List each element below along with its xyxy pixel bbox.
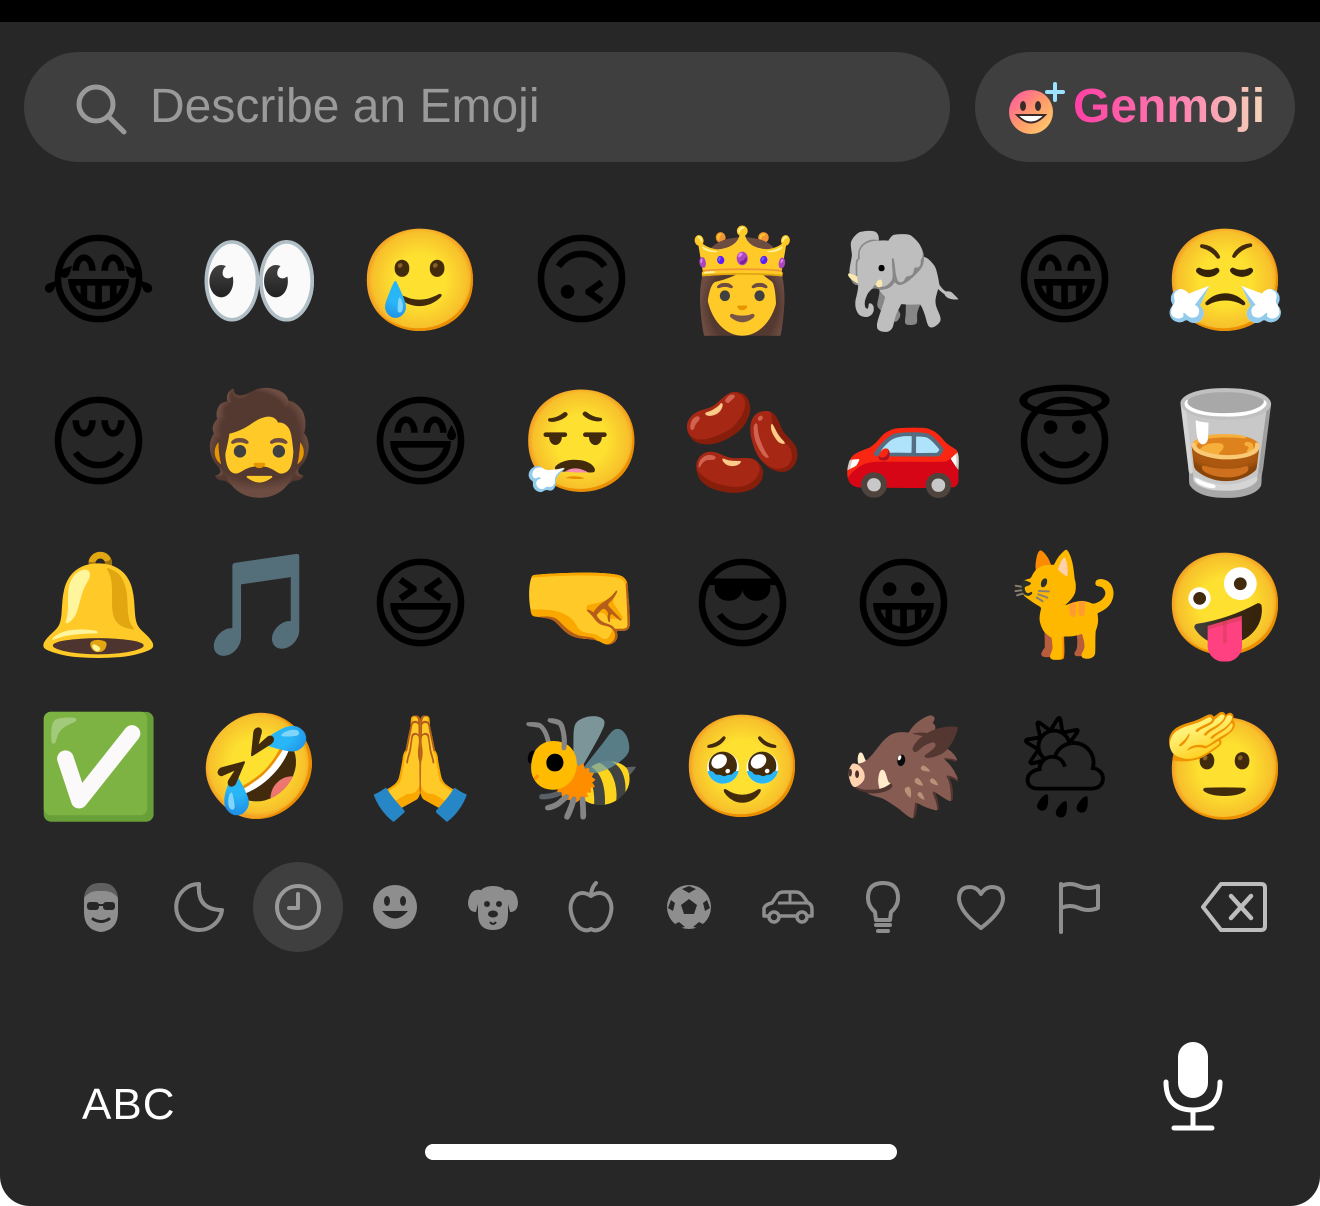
smileys-category-tab[interactable] — [350, 862, 440, 952]
objects-category-tab[interactable] — [838, 862, 928, 952]
emoji-face-with-steam-from-nose[interactable]: 😤 — [1145, 200, 1302, 362]
emoji-grinning-face-with-smiling-eyes[interactable]: 😁 — [984, 200, 1145, 362]
emoji-grinning-squinting-face[interactable]: 😆 — [340, 524, 501, 686]
emoji-relieved-face[interactable]: 😌 — [18, 362, 179, 524]
memoji-category-tab[interactable] — [56, 862, 146, 952]
emoji-smiling-face-with-halo[interactable]: 😇 — [984, 362, 1145, 524]
emoji-grinning-face-with-sweat[interactable]: 😅 — [340, 362, 501, 524]
delete-button[interactable] — [1187, 862, 1281, 952]
emoji-eyes[interactable]: 👀 — [179, 200, 340, 362]
animals-category-tab[interactable] — [448, 862, 538, 952]
genmoji-icon — [1009, 82, 1065, 134]
food-category-tab[interactable] — [546, 862, 636, 952]
emoji-memoji-crying[interactable]: 🥲 — [340, 200, 501, 362]
emoji-face-with-tears-of-joy[interactable]: 😂 — [18, 200, 179, 362]
emoji-princess[interactable]: 👸 — [662, 200, 823, 362]
apple-icon — [568, 881, 614, 933]
activity-category-tab[interactable] — [644, 862, 734, 952]
sticker-icon — [174, 882, 224, 932]
memoji-icon — [84, 882, 118, 932]
emoji-upside-down-face[interactable]: 🙃 — [501, 200, 662, 362]
emoji-sun-behind-rain-cloud[interactable]: 🌦 — [984, 686, 1145, 822]
emoji-genmoji-crying-tapir[interactable]: 🐗 — [823, 686, 984, 822]
smiley-icon — [373, 885, 417, 929]
microphone-icon[interactable] — [1158, 1038, 1228, 1134]
emoji-search-field[interactable]: Describe an Emoji — [24, 52, 950, 162]
emoji-automobile[interactable]: 🚗 — [823, 362, 984, 524]
category-bar — [52, 860, 1282, 960]
emoji-honeybee[interactable]: 🐝 — [501, 686, 662, 822]
emoji-saluting-face[interactable]: 🫡 — [1145, 686, 1302, 822]
top-edge — [0, 0, 1320, 22]
emoji-rolling-on-the-floor-laughing[interactable]: 🤣 — [179, 686, 340, 822]
travel-category-tab[interactable] — [742, 862, 832, 952]
soccer-ball-icon — [667, 885, 711, 929]
dog-icon — [468, 886, 518, 930]
lightbulb-icon — [866, 881, 900, 933]
emoji-genmoji-elephant[interactable]: 🐘 — [823, 200, 984, 362]
flags-category-tab[interactable] — [1034, 862, 1124, 952]
search-placeholder: Describe an Emoji — [150, 80, 540, 133]
recents-category-tab[interactable] — [253, 862, 343, 952]
emoji-musical-notes[interactable]: 🎵 — [179, 524, 340, 686]
genmoji-button[interactable]: Genmoji — [975, 52, 1295, 162]
emoji-memoji-praying[interactable]: 🙏 — [340, 686, 501, 822]
emoji-grid: 😂 👀 🥲 🙃 👸 🐘 😁 😤 😌 🧔 😅 😮‍💨 🫘 🚗 😇 🥃 🔔 🎵 😆 🤜 😎 😀 🐈 🤪 ✅ 🤣 🙏 🐝 🥹 🐗 🌦 🫡 — [18, 200, 1302, 822]
stickers-category-tab[interactable] — [154, 862, 244, 952]
heart-icon — [957, 885, 1005, 930]
emoji-genmoji-whisky-wheels[interactable]: 🥃 — [1145, 362, 1302, 524]
flag-icon — [1059, 882, 1100, 934]
abc-key[interactable]: ABC — [82, 1080, 175, 1130]
clock-icon — [275, 884, 321, 930]
emoji-genmoji-bean-splash[interactable]: 🫘 — [662, 362, 823, 524]
symbols-category-tab[interactable] — [936, 862, 1026, 952]
emoji-genmoji-cat-on-platform[interactable]: 🐈 — [984, 524, 1145, 686]
home-indicator — [425, 1144, 897, 1160]
delete-backspace-icon — [1201, 882, 1267, 932]
emoji-face-holding-back-tears[interactable]: 🥹 — [662, 686, 823, 822]
emoji-check-mark-button[interactable]: ✅ — [18, 686, 179, 822]
search-icon — [76, 84, 127, 135]
emoji-smiling-face-with-sunglasses[interactable]: 😎 — [662, 524, 823, 686]
emoji-zany-face[interactable]: 🤪 — [1145, 524, 1302, 686]
emoji-memoji-sad[interactable]: 🧔 — [179, 362, 340, 524]
car-icon — [762, 890, 814, 924]
emoji-memoji-fist-bump[interactable]: 🤜 — [501, 524, 662, 686]
emoji-genmoji-crying-bell[interactable]: 🔔 — [18, 524, 179, 686]
emoji-keyboard: Describe an Emoji Genmoji 😂 👀 🥲 🙃 👸 🐘 😁 😤 😌 🧔 😅 😮‍💨… — [0, 22, 1320, 1206]
emoji-grinning-face[interactable]: 😀 — [823, 524, 984, 686]
genmoji-label: Genmoji — [1073, 78, 1265, 136]
emoji-face-exhaling[interactable]: 😮‍💨 — [501, 362, 662, 524]
